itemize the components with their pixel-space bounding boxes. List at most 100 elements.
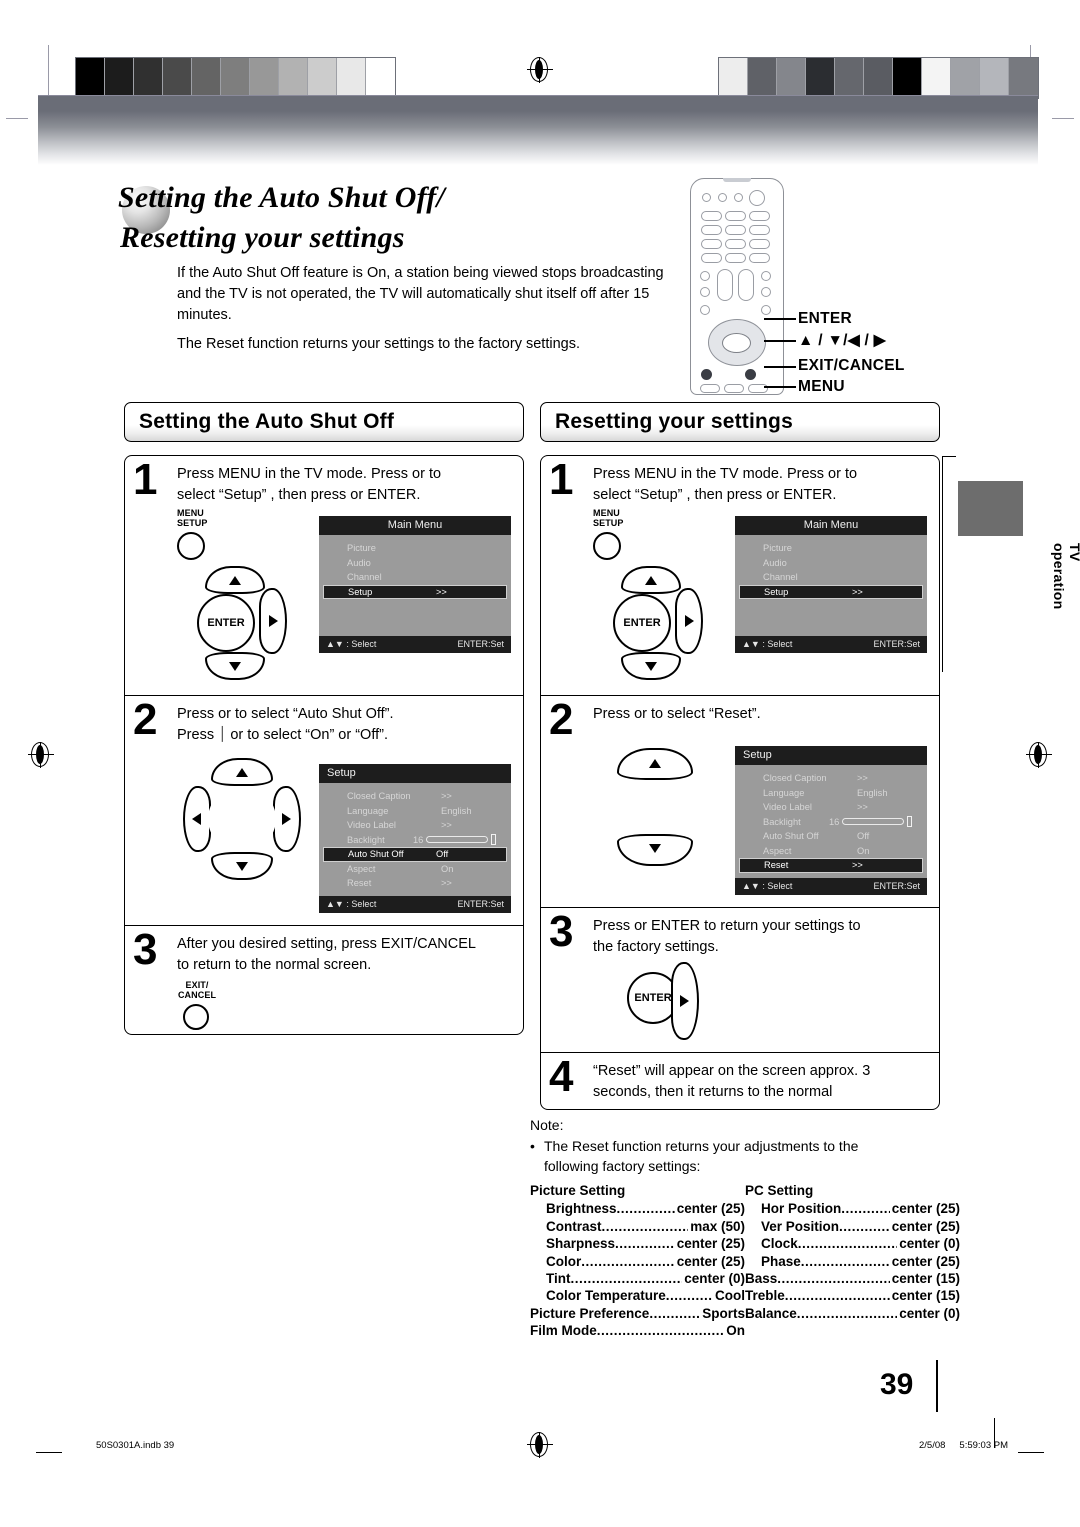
osd-row-selected[interactable]: Setup >> [739,584,923,599]
calibration-swatch-3 [806,58,835,98]
osd-row[interactable]: Channel [735,570,927,585]
trim-mark-right [1018,1452,1044,1454]
osd-row-label: Closed Caption [347,791,411,802]
left-step-2-osd-setup: Setup Closed Caption >> Language English Vid… [319,764,511,913]
osd-row-label: Channel [347,572,382,583]
dot-leader: ........................................ [649,1305,701,1321]
right-step-2-line-1: Press or to select “Reset”. [593,706,761,722]
factory-settings-row: Treble..................................… [745,1287,960,1304]
right-step-4-line-2: seconds, then it returns to the normal [593,1084,833,1100]
osd-row[interactable]: Aspect On [319,862,511,877]
factory-settings-row: Hor Position............................… [745,1200,960,1217]
dot-leader: ........................................ [777,1271,889,1287]
osd-spacer [319,615,511,631]
osd-row[interactable]: Audio [735,556,927,571]
print-calibration-band [0,0,1080,165]
osd-item-list: Picture Audio Channel Setup >> [319,535,511,636]
calibration-swatch-0 [76,58,105,98]
osd-row[interactable]: Video Label >> [735,800,927,815]
osd-row-label: Audio [763,557,787,568]
osd-item-list: Closed Caption >> Language English Video Lab… [319,783,511,896]
callout-leader-enter-stub [764,318,766,320]
grayscale-swatch-strip-right [718,57,1039,99]
remote-button-left-mid [700,287,710,297]
intro-paragraph-2: The Reset function returns your settings… [177,336,580,352]
left-step-3-exit-button-icon [183,1004,209,1030]
osd-row[interactable]: Closed Caption >> [319,789,511,804]
calibration-swatch-8 [951,58,980,98]
osd-row[interactable]: Video Label >> [319,818,511,833]
osd-row[interactable]: Aspect On [735,844,927,859]
osd-row-label: Auto Shut Off [348,849,404,860]
osd-row-value: Off [857,831,870,842]
remote-rocker-channel [717,269,733,301]
factory-settings-picture-column: Picture Setting Brightness..............… [530,1182,745,1340]
remote-button-power-row-2 [718,193,727,202]
osd-row[interactable]: Picture [319,541,511,556]
osd-row[interactable]: Closed Caption >> [735,771,927,786]
right-step-1-menu-key-label: MENU SETUP [593,508,624,528]
osd-item-list: Picture Audio Channel Setup >> [735,535,927,636]
right-step-1-dpad-art: ENTER [599,566,719,682]
osd-row-value: Off [436,849,449,860]
osd-slider-knob[interactable] [907,816,913,828]
osd-row-selected[interactable]: Setup >> [323,584,507,599]
osd-row-value: >> [441,820,452,831]
calibration-swatch-10 [1009,58,1038,98]
right-step-1-number: 1 [549,455,574,504]
osd-row-value: English [857,787,888,798]
osd-row[interactable]: Language English [319,804,511,819]
osd-row-label: Video Label [347,820,396,831]
calibration-swatch-2 [777,58,806,98]
remote-button-enter-satellite [761,305,771,315]
osd-slider-track[interactable] [842,818,905,826]
side-tab-rule [942,456,943,672]
calibration-swatch-0 [719,58,748,98]
callout-leader-exit [764,366,796,368]
osd-row-selected[interactable]: Reset >> [739,858,923,873]
osd-row[interactable]: Language English [735,786,927,801]
factory-setting-name: Contrast [546,1218,602,1234]
dot-leader: ........................................ [570,1271,683,1287]
calibration-swatch-2 [134,58,163,98]
factory-settings-row: Sharpness...............................… [530,1235,745,1252]
right-step-4-panel: 4 “Reset” will appear on the screen appr… [540,1052,940,1110]
dot-leader: ........................................ [784,1288,890,1304]
osd-footer-right: ENTER:Set [457,898,504,909]
factory-setting-value: center (25) [676,1201,745,1217]
osd-row-label: Picture [347,543,376,554]
osd-slider-track[interactable] [426,836,489,844]
dpad-up-triangle-icon [229,576,241,585]
osd-row[interactable]: Audio [319,556,511,571]
osd-row[interactable]: Picture [735,541,927,556]
osd-row-label: Setup [348,586,373,597]
osd-row[interactable]: Reset >> [319,876,511,891]
factory-setting-value: center (25) [891,1201,960,1217]
osd-title: Setup [319,764,511,783]
osd-footer-left: ▲▼ : Select [742,880,793,891]
remote-bottom-bar-2 [724,384,744,393]
right-step-2-panel: 2 Press or to select “Reset”. Setup Clos… [540,695,940,907]
osd-row[interactable]: Backlight 16 [735,815,927,830]
osd-row-value: >> [857,773,868,784]
left-step-1-text: Press MENU in the TV mode. Press or to s… [177,464,515,506]
osd-row-label: Channel [763,572,798,583]
crop-mark-right-h [1052,118,1074,119]
osd-row[interactable]: Auto Shut Off Off [735,829,927,844]
factory-setting-value: center (25) [676,1253,745,1269]
osd-row-value: >> [852,586,863,597]
factory-settings-row: Tint....................................… [530,1270,745,1287]
right-step-4-text: “Reset” will appear on the screen approx… [593,1061,931,1103]
dot-leader: ........................................ [596,1323,725,1339]
note-text-line-2: following factory settings: [544,1158,701,1174]
osd-row[interactable]: Channel [319,570,511,585]
osd-row[interactable]: Backlight 16 [319,833,511,848]
calibration-swatch-7 [279,58,308,98]
factory-setting-value: Sports [702,1305,745,1321]
right-step-3-line-1: Press or ENTER to return your settings t… [593,918,861,934]
osd-slider-knob[interactable] [491,834,497,846]
menu-label: MENU [177,508,204,518]
right-step-3-enter-art: ENTER [627,962,727,1042]
osd-row-selected[interactable]: Auto Shut Off Off [323,847,507,862]
remote-button-menu-lower [745,369,756,380]
